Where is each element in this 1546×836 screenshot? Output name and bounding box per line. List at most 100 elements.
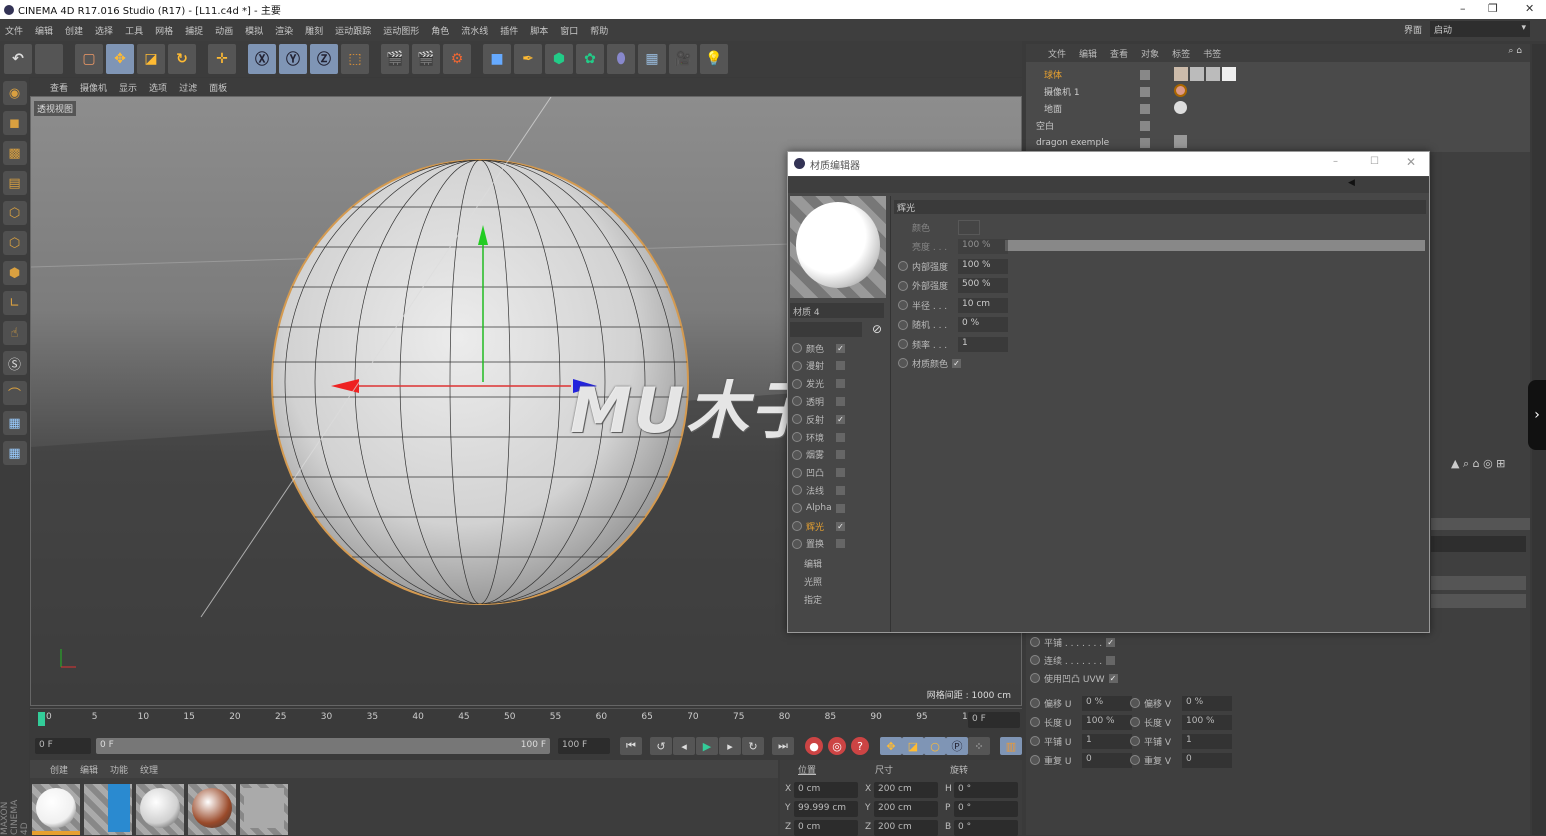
cube-icon[interactable]: ■	[483, 44, 511, 74]
visibility-toggle[interactable]	[1140, 87, 1150, 97]
channel-row[interactable]: 漫射	[792, 358, 882, 374]
object-menu-item[interactable]: 书签	[1203, 47, 1221, 60]
editor-section-link[interactable]: 光照	[804, 575, 822, 588]
channel-checkbox[interactable]	[836, 539, 845, 549]
close-button[interactable]: ✕	[1525, 2, 1534, 15]
channel-checkbox[interactable]: ✓	[836, 521, 845, 531]
edges-mode-icon[interactable]: ⬡	[2, 231, 27, 255]
key-rotation-icon[interactable]: ○	[924, 737, 946, 755]
channel-radio[interactable]	[792, 503, 802, 514]
picker-icon[interactable]: ⊘	[872, 322, 882, 336]
channel-checkbox[interactable]	[836, 379, 845, 389]
position-field[interactable]: 0 cm	[794, 820, 858, 836]
side-dropdown[interactable]	[1431, 594, 1526, 608]
viewport-menu-item[interactable]: 查看	[50, 81, 68, 94]
subdivision-icon[interactable]: ⬢	[545, 44, 573, 74]
object-menu-item[interactable]: 文件	[1048, 47, 1066, 60]
go-to-start-icon[interactable]: ⏮	[620, 737, 642, 755]
floor-icon[interactable]: ▦	[638, 44, 666, 74]
tweak-icon[interactable]: ☝	[2, 321, 27, 345]
material-swatch[interactable]	[32, 784, 80, 835]
visibility-toggle[interactable]	[1140, 121, 1150, 131]
channel-row[interactable]: 辉光 ✓	[792, 518, 882, 534]
channel-checkbox[interactable]	[836, 361, 845, 371]
glow-color-swatch[interactable]	[958, 219, 980, 235]
close-button[interactable]: ✕	[1406, 155, 1416, 169]
param-value-field[interactable]: 100 %	[958, 239, 1008, 254]
previous-key-icon[interactable]: ↺	[650, 737, 672, 755]
workplane-icon[interactable]: ▤	[2, 171, 27, 195]
timeline-ruler[interactable]: 0510152025303540455055606570758085909510…	[30, 708, 1022, 730]
object-row[interactable]: 摄像机 1	[1040, 83, 1080, 100]
material-color-checkbox[interactable]: ✓	[952, 358, 962, 368]
channel-row[interactable]: 置换	[792, 536, 882, 552]
go-to-end-icon[interactable]: ⏭	[772, 737, 794, 755]
visibility-toggle[interactable]	[1140, 104, 1150, 114]
channel-radio[interactable]	[792, 538, 802, 549]
param-value-field[interactable]: 1	[958, 336, 1008, 352]
animate-radio[interactable]	[898, 319, 908, 330]
current-frame-field[interactable]: 0 F	[968, 712, 1020, 728]
rotation-field[interactable]: 0 °	[954, 801, 1018, 817]
channel-checkbox[interactable]: ✓	[836, 414, 845, 424]
editor-section-link[interactable]: 编辑	[804, 557, 822, 570]
visibility-toggle[interactable]	[1140, 70, 1150, 80]
animate-radio[interactable]	[898, 222, 908, 232]
attribute-checkbox[interactable]: ✓	[1106, 637, 1116, 647]
channel-radio[interactable]	[792, 467, 802, 478]
param-value-field[interactable]: 100 %	[958, 258, 1008, 274]
menu-item[interactable]: 运动图形	[383, 24, 419, 37]
menu-item[interactable]: 文件	[5, 24, 23, 37]
y-axis-icon[interactable]: Ⓨ	[279, 44, 307, 74]
material-swatch[interactable]	[240, 784, 288, 835]
menu-item[interactable]: 动画	[215, 24, 233, 37]
material-preview[interactable]	[790, 196, 886, 298]
magnet-icon[interactable]: ⌒	[2, 381, 27, 405]
channel-row[interactable]: 凹凸	[792, 465, 882, 481]
attribute-value-field[interactable]: 0	[1082, 752, 1132, 768]
rotation-field[interactable]: 0 °	[954, 820, 1018, 836]
animate-radio[interactable]	[898, 280, 908, 291]
menu-item[interactable]: 窗口	[560, 24, 578, 37]
animate-radio[interactable]	[1130, 755, 1140, 765]
key-parameter-icon[interactable]: Ⓟ	[946, 737, 968, 755]
attribute-value-field[interactable]: 100 %	[1082, 714, 1132, 730]
position-field[interactable]: 99.999 cm	[794, 801, 858, 817]
material-menu-item[interactable]: 功能	[110, 763, 128, 776]
animate-radio[interactable]	[1130, 736, 1140, 746]
object-mode-icon[interactable]: ◼	[2, 111, 27, 135]
material-menu-item[interactable]: 纹理	[140, 763, 158, 776]
key-scale-icon[interactable]: ◪	[902, 737, 924, 755]
channel-radio[interactable]	[792, 449, 802, 460]
channel-radio[interactable]	[792, 378, 802, 389]
channel-radio[interactable]	[792, 521, 802, 531]
material-tag-icon[interactable]	[1174, 67, 1188, 81]
size-field[interactable]: 200 cm	[874, 801, 938, 817]
record-keys-icon[interactable]: ●	[805, 737, 823, 755]
size-field[interactable]: 200 cm	[874, 820, 938, 836]
channel-radio[interactable]	[792, 414, 802, 425]
deformer-icon[interactable]: ⬮	[607, 44, 635, 74]
menu-item[interactable]: 脚本	[530, 24, 548, 37]
channel-checkbox[interactable]	[836, 396, 845, 406]
channel-row[interactable]: 发光	[792, 376, 882, 392]
menu-item[interactable]: 运动跟踪	[335, 24, 371, 37]
object-menu-item[interactable]: 编辑	[1079, 47, 1097, 60]
axis-icon[interactable]: ∟	[2, 291, 27, 315]
menu-item[interactable]: 捕捉	[185, 24, 203, 37]
range-slider[interactable]: 0 F 100 F	[96, 738, 550, 754]
object-menu-item[interactable]: 对象	[1141, 47, 1159, 60]
object-row[interactable]: 空白	[1032, 117, 1054, 134]
channel-radio[interactable]	[792, 432, 802, 442]
scale-icon[interactable]: ◪	[137, 44, 165, 74]
editor-section-link[interactable]: 指定	[804, 593, 822, 606]
keyframe-selection-icon[interactable]: ?	[851, 737, 869, 755]
attribute-value-field[interactable]: 0 %	[1182, 695, 1232, 711]
channel-row[interactable]: 烟雾	[792, 447, 882, 463]
select-icon[interactable]: ▢	[75, 44, 103, 74]
channel-radio[interactable]	[792, 485, 802, 496]
material-menu-item[interactable]: 创建	[50, 763, 68, 776]
size-field[interactable]: 200 cm	[874, 782, 938, 798]
render-settings-icon[interactable]: ⚙	[443, 44, 471, 74]
animate-radio[interactable]	[1030, 637, 1040, 647]
